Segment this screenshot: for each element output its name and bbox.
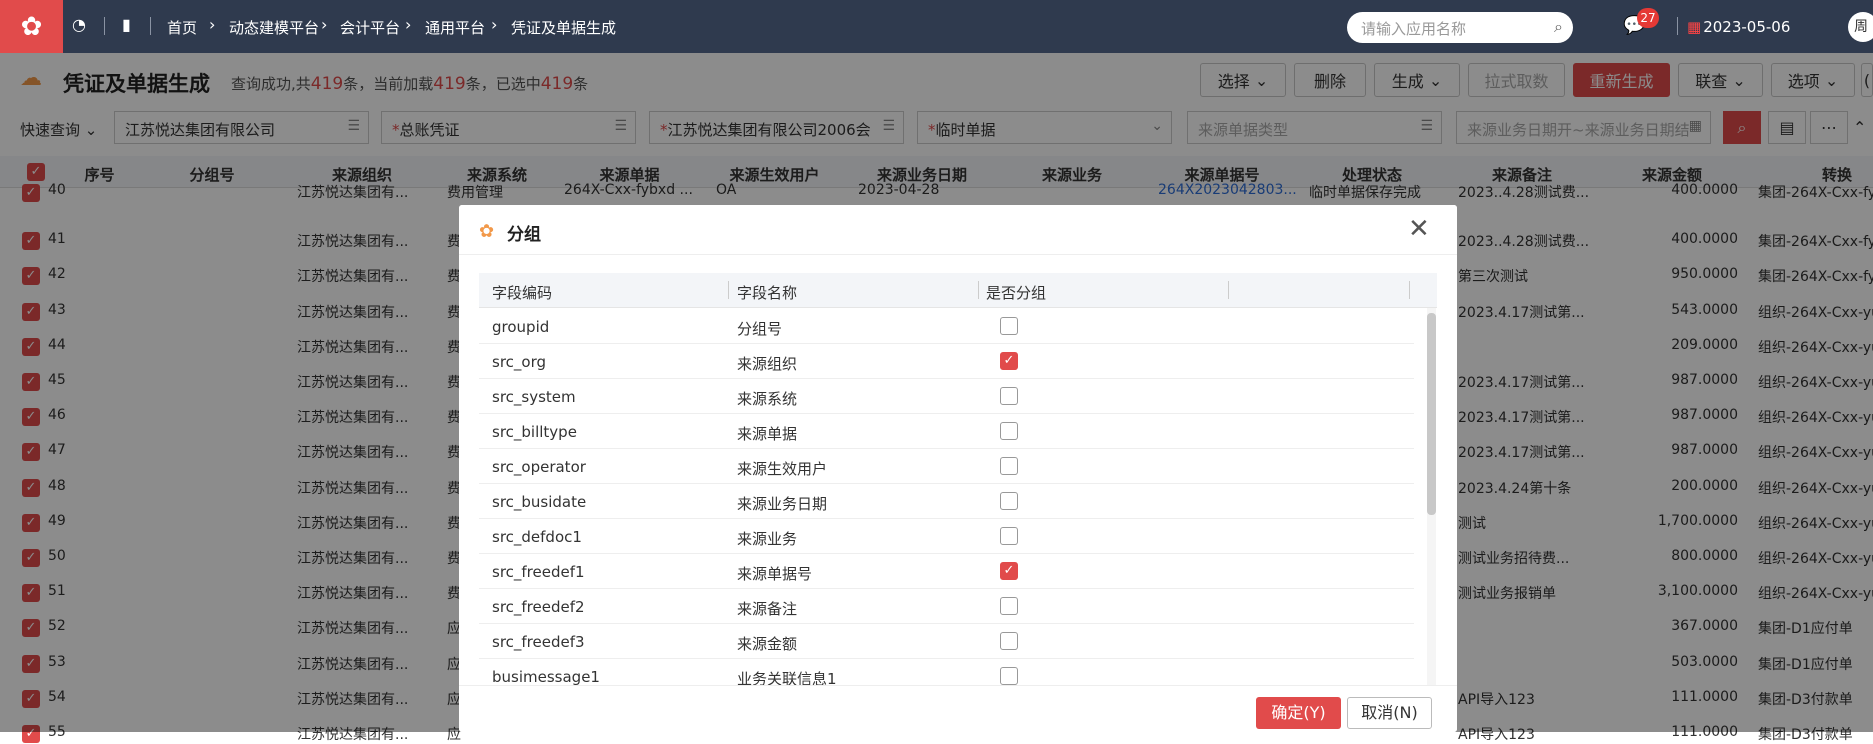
column-divider[interactable] (728, 281, 729, 299)
chevron-right-icon: › (405, 15, 412, 34)
field-code: src_freedef1 (492, 563, 585, 581)
field-code: src_freedef2 (492, 598, 585, 616)
chevron-right-icon: › (209, 15, 216, 34)
confirm-button[interactable]: 确定(Y) (1256, 697, 1341, 729)
group-checkbox[interactable] (1000, 492, 1018, 510)
column-divider[interactable] (1228, 281, 1229, 299)
avatar[interactable]: 周 (1848, 12, 1873, 42)
chevron-right-icon: › (491, 15, 498, 34)
cancel-button[interactable]: 取消(N) (1347, 697, 1432, 729)
app-logo-icon: ✿ (479, 221, 495, 242)
dialog-row[interactable]: src_freedef3 来源金额 (479, 624, 1414, 659)
dialog-row[interactable]: groupid 分组号 (479, 309, 1414, 344)
dialog-row[interactable]: src_freedef1 来源单据号 ✓ (479, 554, 1414, 589)
notification-badge: 27 (1637, 8, 1659, 28)
field-code: src_org (492, 353, 547, 371)
calendar-icon: ▦ (1687, 18, 1702, 36)
group-checkbox[interactable] (1000, 387, 1018, 405)
field-name: 来源单据号 (737, 565, 813, 583)
breadcrumb-item[interactable]: 通用平台 (425, 17, 485, 38)
date-text: 2023-05-06 (1703, 18, 1791, 36)
field-code: src_operator (492, 458, 586, 476)
group-checkbox[interactable] (1000, 422, 1018, 440)
column-header[interactable]: 字段编码 (492, 282, 552, 303)
field-code: src_billtype (492, 423, 577, 441)
dialog-row[interactable]: src_org 来源组织 ✓ (479, 344, 1414, 379)
app-logo-icon[interactable]: ✿ (0, 0, 63, 53)
group-dialog: ✿ 分组 ✕ 字段编码 字段名称 是否分组 groupid 分组号 src_org 来… (459, 205, 1457, 732)
clock-icon[interactable]: ◔ (72, 15, 86, 34)
field-code: src_defdoc1 (492, 528, 582, 546)
dialog-row[interactable]: src_billtype 来源单据 (479, 414, 1414, 449)
field-name: 来源单据 (737, 425, 798, 443)
column-header[interactable]: 是否分组 (986, 282, 1046, 303)
group-checkbox[interactable] (1000, 667, 1018, 685)
field-name: 分组号 (737, 320, 783, 338)
dialog-header: ✿ 分组 ✕ (459, 205, 1457, 255)
dialog-row[interactable]: src_operator 来源生效用户 (479, 449, 1414, 484)
field-code: busimessage1 (492, 668, 600, 686)
field-name: 来源金额 (737, 635, 798, 653)
field-name: 来源系统 (737, 390, 798, 408)
current-date[interactable]: ▦ 2023-05-06 (1687, 18, 1790, 36)
breadcrumb-item[interactable]: 动态建模平台 (229, 17, 319, 38)
breadcrumb-item[interactable]: 会计平台 (340, 17, 400, 38)
dialog-row[interactable]: src_defdoc1 来源业务 (479, 519, 1414, 554)
dialog-table-header: 字段编码 字段名称 是否分组 (479, 273, 1437, 308)
divider (104, 17, 105, 35)
column-divider[interactable] (978, 281, 979, 299)
chevron-right-icon: › (321, 15, 328, 34)
dialog-row[interactable]: src_system 来源系统 (479, 379, 1414, 414)
field-code: groupid (492, 318, 550, 336)
dialog-row[interactable]: src_freedef2 来源备注 (479, 589, 1414, 624)
field-name: 来源业务 (737, 530, 798, 548)
field-code: src_freedef3 (492, 633, 585, 651)
scrollbar-thumb[interactable] (1427, 313, 1436, 515)
field-code: src_busidate (492, 493, 587, 511)
group-checkbox[interactable] (1000, 527, 1018, 545)
breadcrumb-current: 凭证及单据生成 (511, 19, 617, 37)
group-checkbox[interactable]: ✓ (1000, 562, 1018, 580)
column-divider[interactable] (1409, 281, 1410, 299)
field-name: 来源业务日期 (737, 495, 828, 513)
document-icon[interactable]: ▮ (122, 15, 131, 34)
field-code: src_system (492, 388, 576, 406)
group-checkbox[interactable] (1000, 632, 1018, 650)
group-checkbox[interactable] (1000, 317, 1018, 335)
group-checkbox[interactable] (1000, 457, 1018, 475)
search-icon[interactable]: ⌕ (1554, 17, 1563, 37)
top-navigation-bar: ✿ ◔ ▮ 首页 › 动态建模平台 › 会计平台 › 通用平台 › 凭证及单据生… (0, 0, 1873, 53)
group-checkbox[interactable] (1000, 597, 1018, 615)
column-header[interactable]: 字段名称 (737, 282, 797, 303)
dialog-row[interactable]: src_busidate 来源业务日期 (479, 484, 1414, 519)
dialog-title: 分组 (507, 225, 541, 245)
app-search-input[interactable]: 请输入应用名称 ⌕ (1347, 12, 1573, 43)
group-checkbox[interactable]: ✓ (1000, 352, 1018, 370)
field-name: 来源组织 (737, 355, 798, 373)
close-icon[interactable]: ✕ (1408, 214, 1430, 244)
breadcrumb-home[interactable]: 首页 (167, 17, 197, 38)
divider (150, 17, 151, 35)
divider (1677, 17, 1678, 35)
field-name: 来源生效用户 (737, 460, 828, 478)
search-placeholder: 请输入应用名称 (1361, 20, 1467, 38)
field-name: 来源备注 (737, 600, 798, 618)
